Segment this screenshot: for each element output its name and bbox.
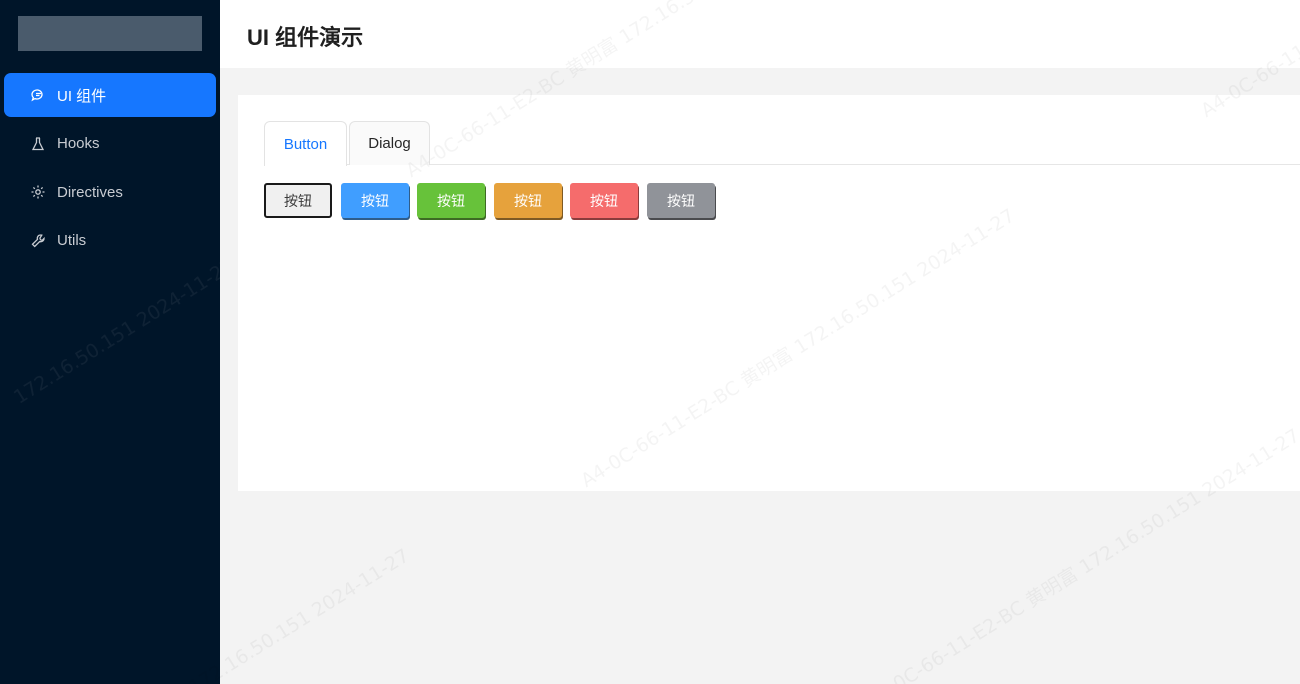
sidebar-item-label: Hooks: [57, 135, 100, 152]
sidebar-item-directives[interactable]: Directives: [4, 170, 216, 214]
danger-button[interactable]: 按钮: [570, 183, 638, 218]
flask-icon: [30, 136, 46, 152]
sidebar-item-hooks[interactable]: Hooks: [4, 122, 216, 166]
primary-button[interactable]: 按钮: [341, 183, 409, 218]
sidebar-item-label: UI 组件: [57, 87, 107, 105]
success-button[interactable]: 按钮: [417, 183, 485, 218]
tab-bar: Button Dialog: [264, 121, 1300, 166]
chat-bubbles-icon: [30, 87, 46, 103]
sidebar: UI 组件 Hooks Directives Utils: [0, 0, 220, 684]
sidebar-item-ui-components[interactable]: UI 组件: [4, 73, 216, 117]
warning-button[interactable]: 按钮: [494, 183, 562, 218]
sidebar-item-utils[interactable]: Utils: [4, 219, 216, 263]
logo-placeholder: [18, 16, 202, 51]
info-button[interactable]: 按钮: [647, 183, 715, 218]
tab-button[interactable]: Button: [264, 121, 347, 166]
wrench-icon: [30, 233, 46, 249]
content-card: Button Dialog 按钮 按钮 按钮 按钮 按钮 按钮: [238, 95, 1300, 491]
gear-icon: [30, 184, 46, 200]
tab-dialog[interactable]: Dialog: [349, 121, 430, 165]
default-button[interactable]: 按钮: [264, 183, 332, 218]
page-title: UI 组件演示: [247, 25, 364, 50]
sidebar-item-label: Utils: [57, 232, 87, 249]
page-header: UI 组件演示: [220, 0, 1300, 68]
sidebar-item-label: Directives: [57, 183, 123, 201]
sidebar-menu: UI 组件 Hooks Directives Utils: [4, 73, 216, 267]
